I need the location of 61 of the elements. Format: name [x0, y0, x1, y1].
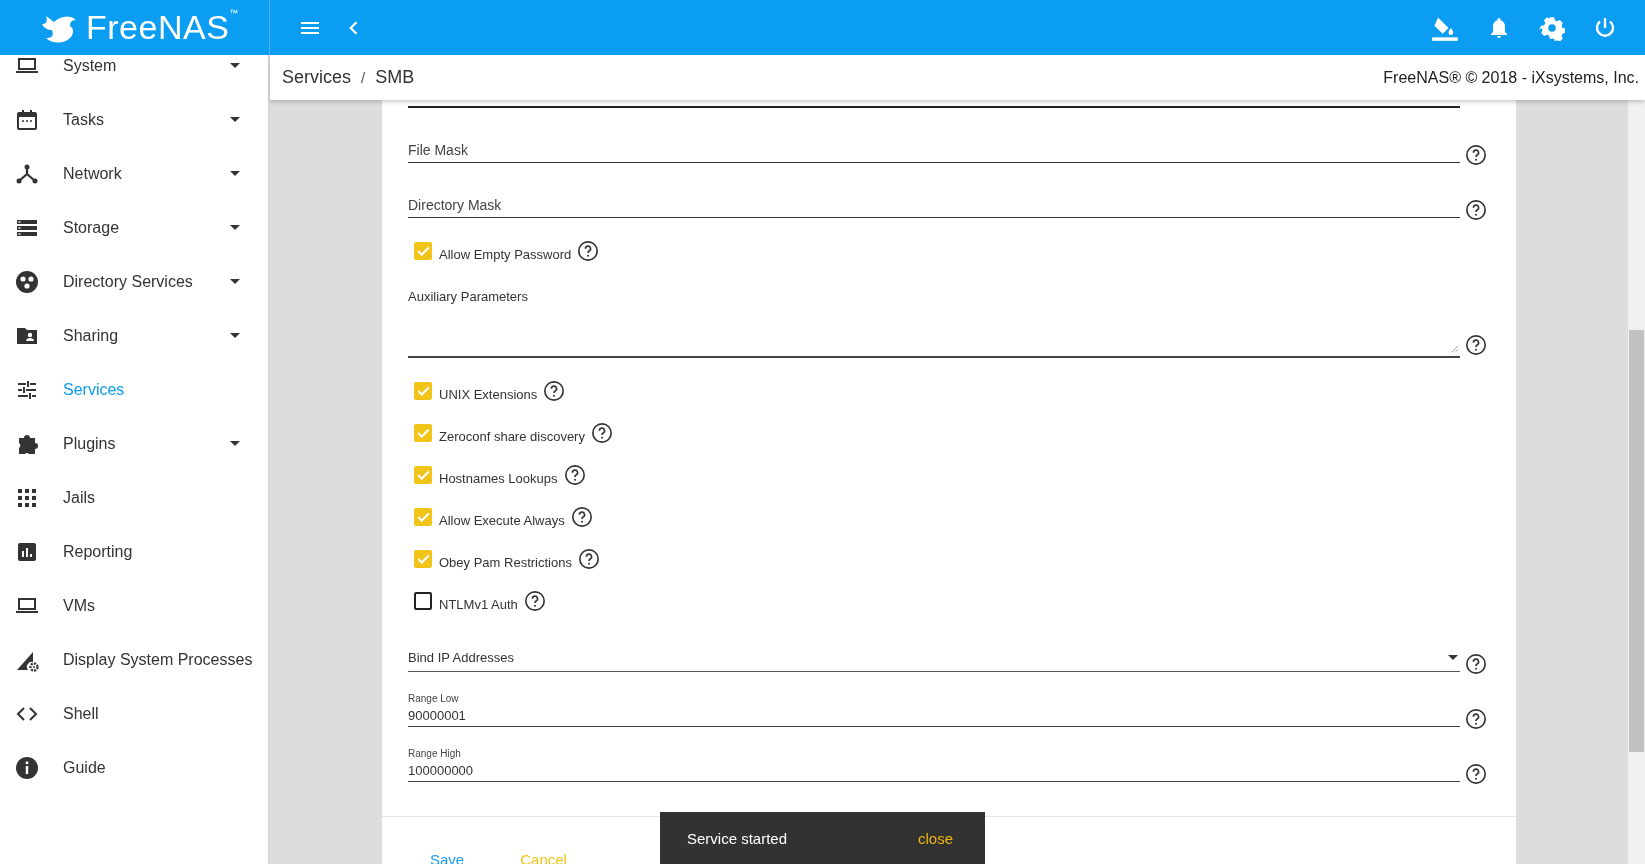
checkbox-label: Allow Execute Always [439, 512, 565, 528]
checkbox-label: Zeroconf share discovery [439, 428, 585, 444]
input-field[interactable]: Range High 100000000 [408, 748, 1460, 782]
sidebar-item[interactable]: Reporting [0, 525, 268, 579]
calendar-icon [15, 108, 39, 132]
help-icon[interactable] [523, 590, 546, 612]
help-icon[interactable] [543, 380, 566, 402]
checkbox-label: NTLMv1 Auth [439, 596, 518, 612]
settings-icon[interactable] [1539, 14, 1565, 41]
input-field[interactable]: Range Low 90000001 [408, 693, 1460, 727]
checkbox-label: Obey Pam Restrictions [439, 554, 572, 570]
sidebar-item[interactable]: Directory Services [0, 255, 268, 309]
breadcrumb-link[interactable]: Services [282, 67, 352, 88]
scrollbar-thumb[interactable] [1629, 330, 1644, 752]
checkbox-label: Hostnames Lookups [439, 470, 558, 486]
help-icon[interactable] [590, 422, 613, 444]
grid-icon [15, 486, 39, 510]
resize-handle-icon [1450, 344, 1460, 354]
info-icon [15, 756, 39, 780]
input-field[interactable]: File Mask [408, 142, 1460, 163]
network-icon [15, 162, 39, 186]
sidebar-item[interactable]: Sharing [0, 309, 268, 363]
field-value: 90000001 [408, 704, 1460, 724]
help-icon[interactable] [1465, 334, 1487, 356]
sidebar-item[interactable]: Guide [0, 741, 268, 795]
breadcrumb-separator: / [361, 69, 366, 86]
sidebar-item[interactable]: Display System Processes [0, 633, 268, 687]
checkbox-label: UNIX Extensions [439, 386, 538, 402]
sidebar-item[interactable]: Network [0, 147, 268, 201]
sidebar-item[interactable]: VMs [0, 579, 268, 633]
help-icon[interactable] [570, 506, 593, 528]
sidebar-item[interactable]: Plugins [0, 417, 268, 471]
dropdown-field[interactable]: Bind IP Addresses [408, 650, 1460, 672]
help-icon[interactable] [1465, 653, 1487, 675]
circles-icon [15, 270, 39, 294]
sidebar-item[interactable]: Shell [0, 687, 268, 741]
copyright-text: FreeNAS® © 2018 - iXsystems, Inc. [1383, 68, 1639, 87]
sidebar-item[interactable]: Jails [0, 471, 268, 525]
help-icon[interactable] [1465, 708, 1487, 730]
help-icon[interactable] [563, 464, 586, 486]
sidebar-item[interactable]: Storage [0, 201, 268, 255]
help-icon[interactable] [1465, 763, 1487, 785]
help-icon[interactable] [577, 548, 600, 570]
power-icon[interactable] [1593, 15, 1617, 40]
bar-chart-icon [15, 540, 39, 564]
sliders-icon [15, 378, 39, 402]
snackbar-message: Service started [687, 829, 788, 847]
help-icon[interactable] [1465, 199, 1487, 221]
field-label: Range High [408, 748, 462, 759]
field-value: 100000000 [408, 759, 1460, 779]
checkbox-label: Allow Empty Password [439, 246, 572, 262]
input-field[interactable]: Directory Mask [408, 197, 1460, 218]
help-icon[interactable] [577, 240, 600, 262]
close-button[interactable]: close [917, 829, 953, 847]
field-label: Auxiliary Parameters [408, 289, 529, 304]
sidebar-item[interactable]: Tasks [0, 93, 268, 147]
help-icon[interactable] [1465, 144, 1487, 166]
checkbox[interactable] [414, 592, 432, 610]
scrollbar[interactable] [1628, 100, 1645, 864]
breadcrumb-link[interactable]: SMB [375, 67, 415, 88]
field-label: Range Low [408, 693, 460, 704]
